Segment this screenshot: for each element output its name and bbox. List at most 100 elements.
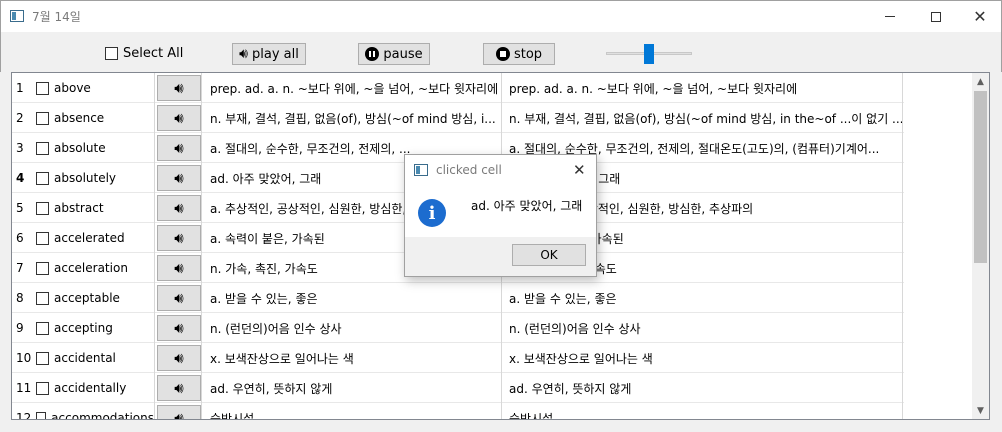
speaker-cell: 🔊︎ [154,103,202,133]
play-all-label: play all [251,46,299,62]
pause-label: pause [383,46,423,62]
speak-word-button[interactable]: 🔊︎ [157,375,201,401]
row-checkbox[interactable] [36,201,49,215]
dialog-close-icon[interactable]: ✕ [573,161,586,179]
speak-word-button[interactable]: 🔊︎ [157,135,201,161]
meaning-cell[interactable]: n. 부재, 결석, 결핍, 없음(of), 방심(~of mind 방심, i… [204,103,502,133]
meaning-detail-cell[interactable]: a. 받을 수 있는, 좋은 [503,283,903,313]
speaker-cell: 🔊︎ [154,223,202,253]
dialog-titlebar: clicked cell ✕ [405,155,596,185]
word-text: acceptable [54,291,120,305]
meaning-detail-cell[interactable]: x. 보색잔상으로 일어나는 색 [503,343,903,373]
meaning-cell[interactable]: ad. 우연히, 뜻하지 않게 [204,373,502,403]
speaker-icon: 🔊︎ [174,109,184,127]
word-cell[interactable]: abstract [34,193,154,223]
row-number: 7 [16,261,24,275]
word-cell[interactable]: acceleration [34,253,154,283]
row-number: 1 [16,81,24,95]
speak-word-button[interactable]: 🔊︎ [157,345,201,371]
meaning-cell[interactable]: a. 받을 수 있는, 좋은 [204,283,502,313]
slider-thumb[interactable] [644,44,654,64]
word-text: accelerated [54,231,125,245]
row-checkbox[interactable] [36,321,49,335]
speak-word-button[interactable]: 🔊︎ [157,195,201,221]
row-checkbox[interactable] [36,351,49,365]
table-row[interactable]: 12 accommodations 🔊︎ 숙박시설 숙박시설 [12,403,904,420]
speaker-cell: 🔊︎ [154,253,202,283]
word-cell[interactable]: absolute [34,133,154,163]
minimize-button[interactable] [867,1,913,32]
meaning-cell[interactable]: 숙박시설 [204,403,502,419]
toolbar: Select All 🔊︎ play all pause stop [0,32,1002,72]
speaker-icon: 🔊︎ [174,289,184,307]
row-checkbox[interactable] [36,141,49,155]
meaning-detail-cell[interactable]: prep. ad. a. n. ~보다 위에, ~을 넘어, ~보다 윗자리에 [503,73,903,103]
speak-word-button[interactable]: 🔊︎ [157,405,201,419]
pause-button[interactable]: pause [358,43,430,65]
meaning-detail-cell[interactable]: n. (런던의)어음 인수 상사 [503,313,903,343]
row-checkbox[interactable] [36,381,49,395]
dialog-body: i ad. 아주 맞았어, 그래 [405,185,596,237]
scroll-down-icon[interactable]: ▼ [972,402,989,419]
meaning-cell[interactable]: n. (런던의)어음 인수 상사 [204,313,502,343]
speaker-cell: 🔊︎ [154,163,202,193]
row-checkbox[interactable] [36,231,49,245]
play-all-button[interactable]: 🔊︎ play all [232,43,306,65]
speak-word-button[interactable]: 🔊︎ [157,285,201,311]
row-checkbox[interactable] [36,81,49,95]
speak-word-button[interactable]: 🔊︎ [157,255,201,281]
speaker-cell: 🔊︎ [154,73,202,103]
row-number: 9 [16,321,24,335]
stop-button[interactable]: stop [483,43,555,65]
scrollbar-thumb[interactable] [974,91,987,263]
close-icon: ✕ [973,6,987,26]
word-cell[interactable]: acceptable [34,283,154,313]
row-checkbox[interactable] [36,171,49,185]
table-row[interactable]: 2 absence 🔊︎ n. 부재, 결석, 결핍, 없음(of), 방심(~of … [12,103,904,133]
word-text: absence [54,111,105,125]
speaker-icon: 🔊︎ [174,169,184,187]
close-window-button[interactable]: ✕ [957,1,1002,32]
meaning-detail-cell[interactable]: 숙박시설 [503,403,903,419]
word-cell[interactable]: absolutely [34,163,154,193]
speaker-icon: 🔊︎ [174,199,184,217]
checkbox-box[interactable] [105,47,118,60]
word-cell[interactable]: accidental [34,343,154,373]
speaker-cell: 🔊︎ [154,343,202,373]
table-row[interactable]: 11 accidentally 🔊︎ ad. 우연히, 뜻하지 않게 ad. 우연히, … [12,373,904,403]
speaker-icon: 🔊︎ [174,349,184,367]
row-checkbox[interactable] [36,291,49,305]
meaning-detail-cell[interactable]: ad. 우연히, 뜻하지 않게 [503,373,903,403]
row-checkbox[interactable] [36,261,49,275]
row-checkbox[interactable] [36,111,49,125]
meaning-detail-cell[interactable]: n. 부재, 결석, 결핍, 없음(of), 방심(~of mind 방심, i… [503,103,903,133]
volume-slider[interactable] [606,44,692,64]
select-all-checkbox[interactable]: Select All [105,46,183,61]
table-row[interactable]: 10 accidental 🔊︎ x. 보색잔상으로 일어나는 색 x. 보색잔상으로 … [12,343,904,373]
word-cell[interactable]: accelerated [34,223,154,253]
info-icon: i [418,199,446,227]
word-cell[interactable]: accepting [34,313,154,343]
table-row[interactable]: 8 acceptable 🔊︎ a. 받을 수 있는, 좋은 a. 받을 수 있는, 좋… [12,283,904,313]
scroll-up-icon[interactable]: ▲ [972,73,989,90]
speak-word-button[interactable]: 🔊︎ [157,75,201,101]
word-cell[interactable]: accommodations [34,403,154,420]
word-cell[interactable]: absence [34,103,154,133]
word-text: accommodations [51,411,154,420]
row-number: 5 [16,201,24,215]
table-row[interactable]: 1 above 🔊︎ prep. ad. a. n. ~보다 위에, ~을 넘어, ~… [12,73,904,103]
vertical-scrollbar[interactable]: ▲ ▼ [972,73,989,419]
word-cell[interactable]: accidentally [34,373,154,403]
table-row[interactable]: 9 accepting 🔊︎ n. (런던의)어음 인수 상사 n. (런던의)어음 인… [12,313,904,343]
word-text: accidentally [54,381,127,395]
speak-word-button[interactable]: 🔊︎ [157,165,201,191]
maximize-button[interactable] [913,1,959,32]
speak-word-button[interactable]: 🔊︎ [157,225,201,251]
meaning-cell[interactable]: prep. ad. a. n. ~보다 위에, ~을 넘어, ~보다 윗자리에 [204,73,502,103]
meaning-cell[interactable]: x. 보색잔상으로 일어나는 색 [204,343,502,373]
word-cell[interactable]: above [34,73,154,103]
row-checkbox[interactable] [36,411,47,419]
ok-button[interactable]: OK [512,244,586,266]
speak-word-button[interactable]: 🔊︎ [157,105,201,131]
speak-word-button[interactable]: 🔊︎ [157,315,201,341]
